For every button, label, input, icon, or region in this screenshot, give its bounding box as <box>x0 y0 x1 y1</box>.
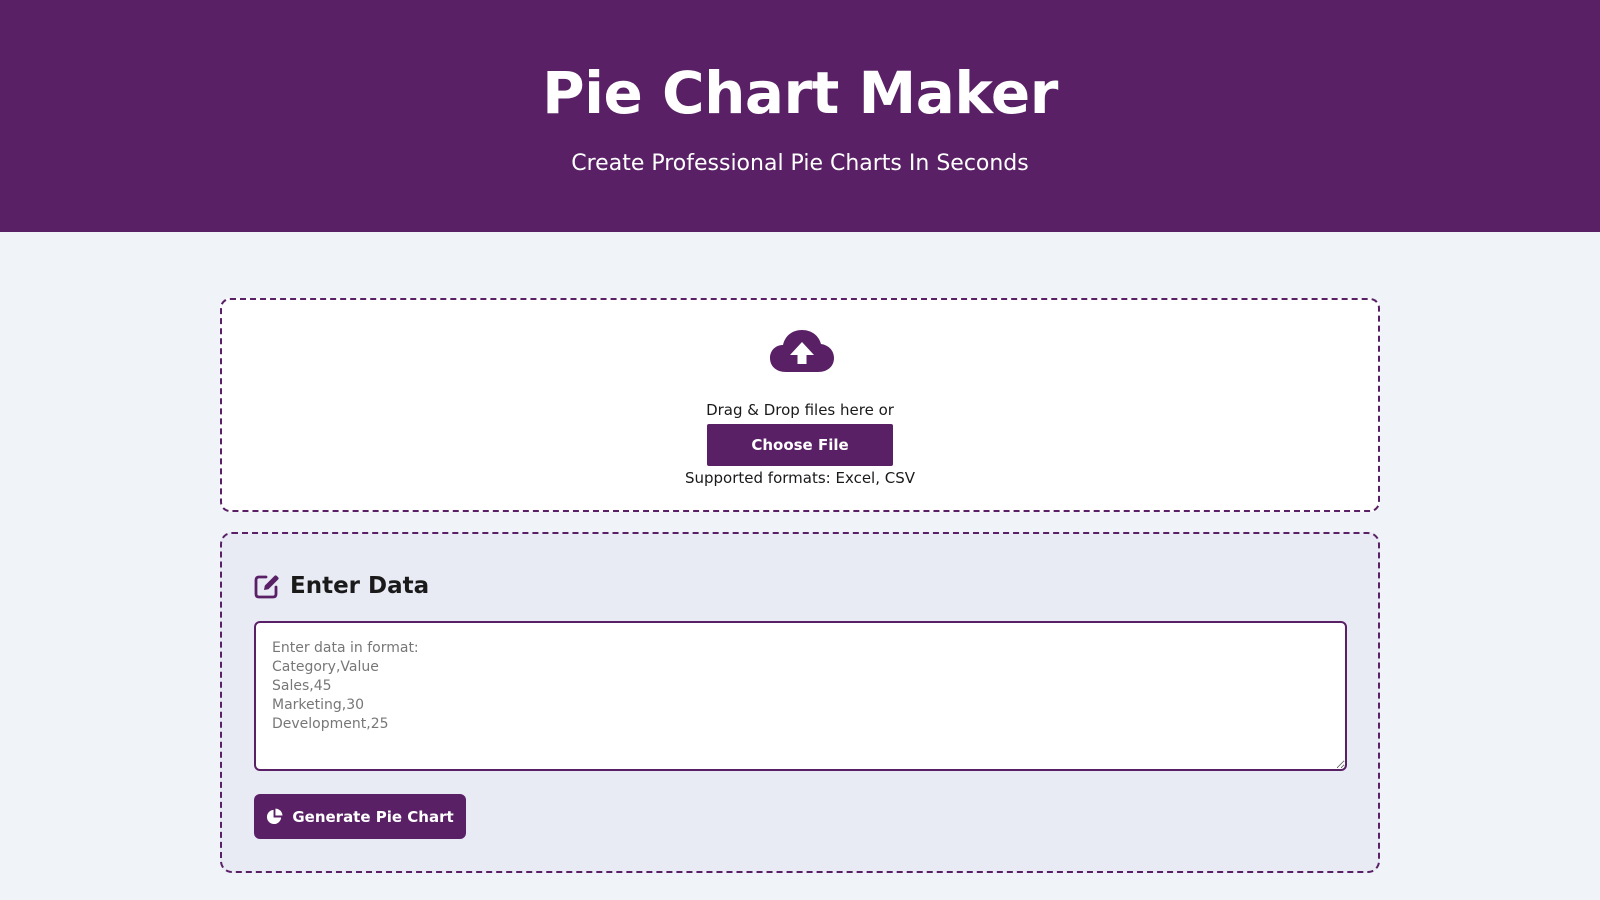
page-header: Pie Chart Maker Create Professional Pie … <box>0 0 1600 232</box>
pie-chart-icon <box>267 808 283 825</box>
file-drop-zone[interactable]: Drag & Drop files here or Choose File Su… <box>220 298 1380 512</box>
cloud-upload-icon <box>770 330 834 372</box>
generate-pie-chart-button[interactable]: Generate Pie Chart <box>254 794 466 839</box>
page-title: Pie Chart Maker <box>542 59 1058 127</box>
supported-formats: Supported formats: Excel, CSV <box>684 469 916 487</box>
data-entry-panel: Enter Data Generate Pie Chart <box>220 532 1380 873</box>
generate-button-label: Generate Pie Chart <box>292 807 454 826</box>
edit-icon <box>254 575 279 599</box>
drop-instruction: Drag & Drop files here or <box>706 401 894 419</box>
data-input[interactable] <box>254 621 1347 771</box>
choose-file-button[interactable]: Choose File <box>707 424 893 466</box>
data-entry-header: Enter Data <box>254 572 429 600</box>
page-subtitle: Create Professional Pie Charts In Second… <box>571 151 1029 176</box>
data-entry-title: Enter Data <box>290 573 430 599</box>
